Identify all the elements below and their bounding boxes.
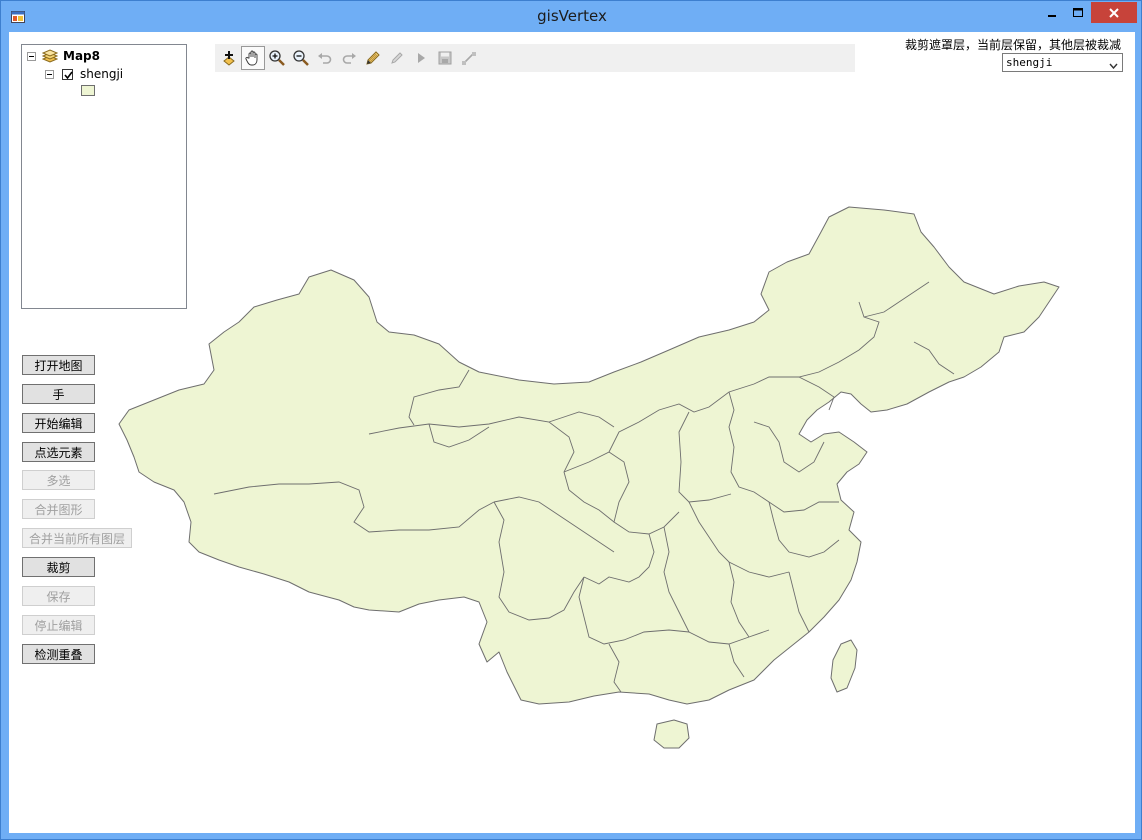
maximize-button[interactable] <box>1065 2 1091 23</box>
collapse-icon[interactable] <box>45 69 54 79</box>
client-area: Map8 shengji 裁剪遮罩层，当前层保留，其他层被裁减 shengji … <box>9 32 1135 833</box>
map-control[interactable] <box>109 172 1109 836</box>
app-window: gisVertex Map8 shengji 裁剪遮罩层，当前层保留，其他层被裁… <box>0 0 1142 840</box>
layer-symbol-swatch <box>81 85 95 96</box>
pan-hand-icon[interactable] <box>241 46 265 70</box>
merge-shapes-button[interactable]: 合并图形 <box>22 499 95 519</box>
toc-map-node[interactable]: Map8 <box>27 49 100 63</box>
taiwan-island <box>830 639 858 693</box>
country-outline <box>118 206 1060 705</box>
title-bar[interactable]: gisVertex <box>1 1 1142 32</box>
start-editing-button[interactable]: 开始编辑 <box>22 413 95 433</box>
minimize-button[interactable] <box>1039 2 1065 23</box>
check-overlap-button[interactable]: 检测重叠 <box>22 644 95 664</box>
toc-map-name: Map8 <box>63 49 100 63</box>
clip-button[interactable]: 裁剪 <box>22 557 95 577</box>
toc-layer-name: shengji <box>80 67 124 81</box>
pan-button[interactable]: 手 <box>22 384 95 404</box>
window-title: gisVertex <box>537 7 607 25</box>
vertex-tool-icon[interactable] <box>457 46 481 70</box>
edit-pencil-icon[interactable] <box>361 46 385 70</box>
save-edits-icon[interactable] <box>433 46 457 70</box>
stop-editing-button[interactable]: 停止编辑 <box>22 615 95 635</box>
clip-layer-select[interactable]: shengji <box>1002 53 1123 72</box>
map-toolbar <box>215 44 855 72</box>
multi-select-button[interactable]: 多选 <box>22 470 95 490</box>
clip-mask-label: 裁剪遮罩层，当前层保留，其他层被裁减 <box>904 38 1121 52</box>
select-arrow-icon[interactable] <box>409 46 433 70</box>
open-map-button[interactable]: 打开地图 <box>22 355 95 375</box>
close-button[interactable] <box>1091 2 1137 23</box>
chevron-down-icon[interactable] <box>1109 59 1118 72</box>
map-canvas[interactable] <box>109 172 1109 832</box>
zoom-out-icon[interactable] <box>289 46 313 70</box>
layers-icon <box>41 49 59 63</box>
undo-icon[interactable] <box>313 46 337 70</box>
clip-layer-value: shengji <box>1006 56 1053 69</box>
add-data-icon[interactable] <box>217 46 241 70</box>
hainan-island <box>653 719 690 749</box>
zoom-in-icon[interactable] <box>265 46 289 70</box>
sketch-icon[interactable] <box>385 46 409 70</box>
redo-icon[interactable] <box>337 46 361 70</box>
toc-layer-node[interactable]: shengji <box>45 67 123 81</box>
save-button[interactable]: 保存 <box>22 586 95 606</box>
layer-visibility-checkbox[interactable] <box>62 68 73 80</box>
collapse-icon[interactable] <box>27 51 36 61</box>
select-feature-button[interactable]: 点选元素 <box>22 442 95 462</box>
